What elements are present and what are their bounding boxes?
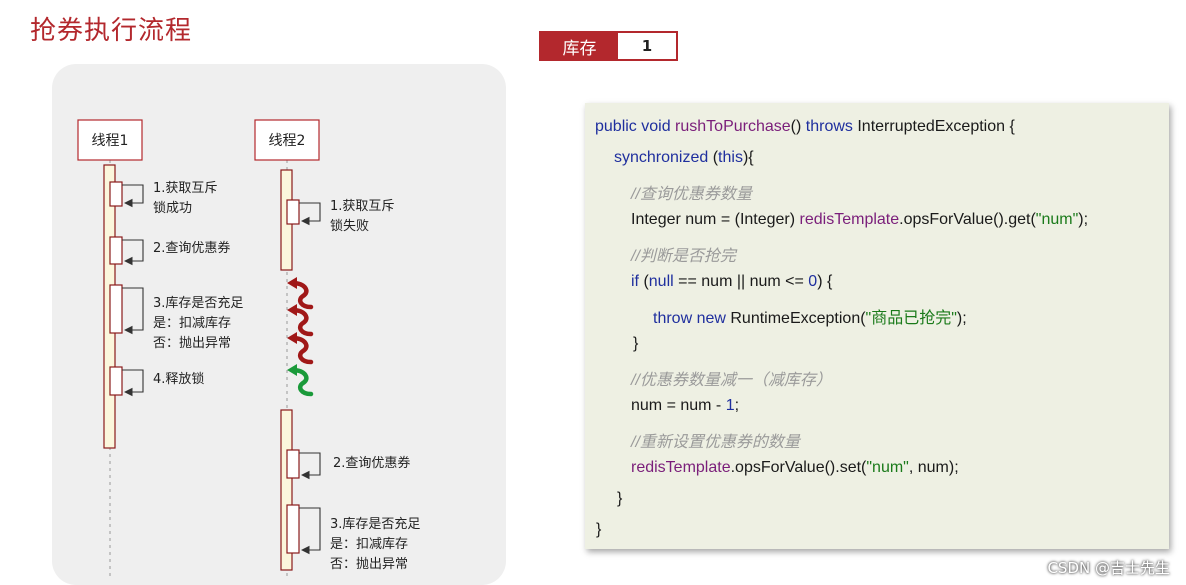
thread1-step-4-arrow	[122, 369, 144, 397]
thread2-step-1-arrow	[299, 202, 321, 226]
retry-fail-arrow-3-head	[287, 332, 297, 344]
code-token: Integer num = (Integer)	[631, 211, 800, 228]
retry-success-arrow-head	[287, 364, 297, 376]
code-token: InterruptedException {	[857, 118, 1015, 135]
code-token: == num || num <=	[673, 273, 809, 290]
code-block: public void rushToPurchase() throws Inte…	[585, 103, 1169, 549]
code-token: this	[718, 149, 743, 166]
code-token: ;	[734, 397, 740, 414]
thread2-step-1-box	[286, 199, 300, 225]
thread1-label: 线程1	[92, 133, 129, 149]
code-token: //查询优惠券数量	[631, 186, 752, 203]
code-token: "num"	[866, 459, 909, 476]
code-line: public void rushToPurchase() throws Inte…	[595, 118, 1015, 136]
thread1-step-1-text: 1.获取互斥锁成功	[153, 181, 217, 216]
code-token: public void	[595, 118, 676, 135]
watermark: CSDN @吉士先生	[1047, 559, 1170, 577]
code-token: .opsForValue().set(	[730, 459, 867, 476]
thread2-step-3-text: 3.库存是否充足是：扣减库存否：抛出异常	[330, 516, 420, 572]
thread1-step-2-box	[109, 236, 123, 265]
code-token: //优惠券数量减一（减库存）	[631, 372, 832, 389]
code-token: );	[1078, 211, 1089, 228]
code-line: //判断是否抢完	[631, 242, 736, 266]
code-token: 0	[808, 273, 818, 290]
code-token: ()	[790, 118, 806, 135]
code-token: ){	[742, 149, 754, 166]
code-token: 1	[725, 397, 735, 414]
code-line: num = num - 1;	[631, 397, 739, 415]
thread2-step-2-text: 2.查询优惠券	[333, 455, 410, 471]
code-line: //查询优惠券数量	[631, 180, 752, 204]
code-token: synchronized	[614, 149, 713, 166]
code-token: //重新设置优惠券的数量	[631, 434, 800, 451]
thread1-step-3-box	[109, 284, 123, 334]
thread1-step-3-text: 3.库存是否充足是：扣减库存否：抛出异常	[153, 295, 243, 351]
code-token: ) {	[817, 273, 833, 290]
thread2-label: 线程2	[269, 133, 306, 149]
thread1-step-2-text-line: 2.查询优惠券	[153, 240, 230, 256]
code-token: , num);	[908, 459, 959, 476]
thread1-step-3-text-line: 3.库存是否充足	[153, 295, 243, 311]
code-token: RuntimeException(	[730, 310, 866, 327]
thread1-step-2-arrow	[122, 239, 144, 266]
thread2-step-3-box	[286, 504, 300, 554]
code-token: //判断是否抢完	[631, 248, 736, 265]
code-token: throw new	[653, 310, 731, 327]
code-line: redisTemplate.opsForValue().set("num", n…	[631, 459, 959, 477]
code-line: }	[596, 521, 601, 539]
retry-fail-arrow-2-head	[287, 304, 297, 316]
thread1-step-1-arrow	[122, 184, 144, 208]
code-line: throw new RuntimeException("商品已抢完");	[653, 304, 967, 328]
thread2-step-3-text-line: 是：扣减库存	[330, 536, 408, 552]
code-token: "商品已抢完"	[865, 310, 957, 327]
code-token: throws	[805, 118, 858, 135]
code-token: rushToPurchase	[675, 118, 791, 135]
thread2-step-1-text-line: 锁失败	[330, 218, 369, 234]
code-line: }	[633, 335, 638, 353]
code-token: num = num -	[631, 397, 726, 414]
code-line: }	[617, 490, 622, 508]
thread1-step-4-text: 4.释放锁	[153, 371, 204, 387]
code-token: }	[596, 521, 602, 538]
thread2-step-1-text: 1.获取互斥锁失败	[330, 199, 394, 234]
thread2-step-3-text-line: 否：抛出异常	[330, 557, 408, 572]
thread2-step-2-box	[286, 449, 300, 479]
thread1-step-3-text-line: 否：抛出异常	[153, 336, 231, 351]
thread2-step-2-text-line: 2.查询优惠券	[333, 455, 410, 471]
code-token: "num"	[1035, 211, 1079, 228]
thread1-step-4-box	[109, 366, 123, 396]
code-line: if (null == num || num <= 0) {	[631, 273, 832, 291]
code-token: redisTemplate	[799, 211, 900, 228]
thread1-step-1-box	[109, 181, 123, 207]
code-token: null	[648, 273, 674, 290]
thread2-step-3-text-line: 3.库存是否充足	[330, 516, 420, 532]
code-token: if	[631, 273, 644, 290]
thread1-step-1-text-line: 锁成功	[153, 200, 192, 216]
code-line: //重新设置优惠券的数量	[631, 428, 800, 452]
code-token: );	[956, 310, 967, 327]
code-line: synchronized (this){	[614, 149, 754, 167]
thread2-step-2-arrow	[299, 452, 321, 480]
code-line: //优惠券数量减一（减库存）	[631, 366, 832, 390]
thread1-step-2-text: 2.查询优惠券	[153, 240, 230, 256]
thread1-step-3-arrow	[122, 287, 144, 335]
thread1-step-1-text-line: 1.获取互斥	[153, 181, 217, 196]
code-line: Integer num = (Integer) redisTemplate.op…	[631, 211, 1088, 229]
code-token: }	[617, 490, 623, 507]
code-token: }	[633, 335, 639, 352]
thread1-step-4-text-line: 4.释放锁	[153, 371, 204, 387]
thread2-step-1-text-line: 1.获取互斥	[330, 199, 394, 214]
code-token: .opsForValue().get(	[899, 211, 1036, 228]
thread1-step-3-text-line: 是：扣减库存	[153, 315, 231, 331]
code-token: redisTemplate	[631, 459, 731, 476]
thread2-step-3-arrow	[299, 507, 321, 555]
retry-fail-arrow-1-head	[287, 277, 297, 289]
